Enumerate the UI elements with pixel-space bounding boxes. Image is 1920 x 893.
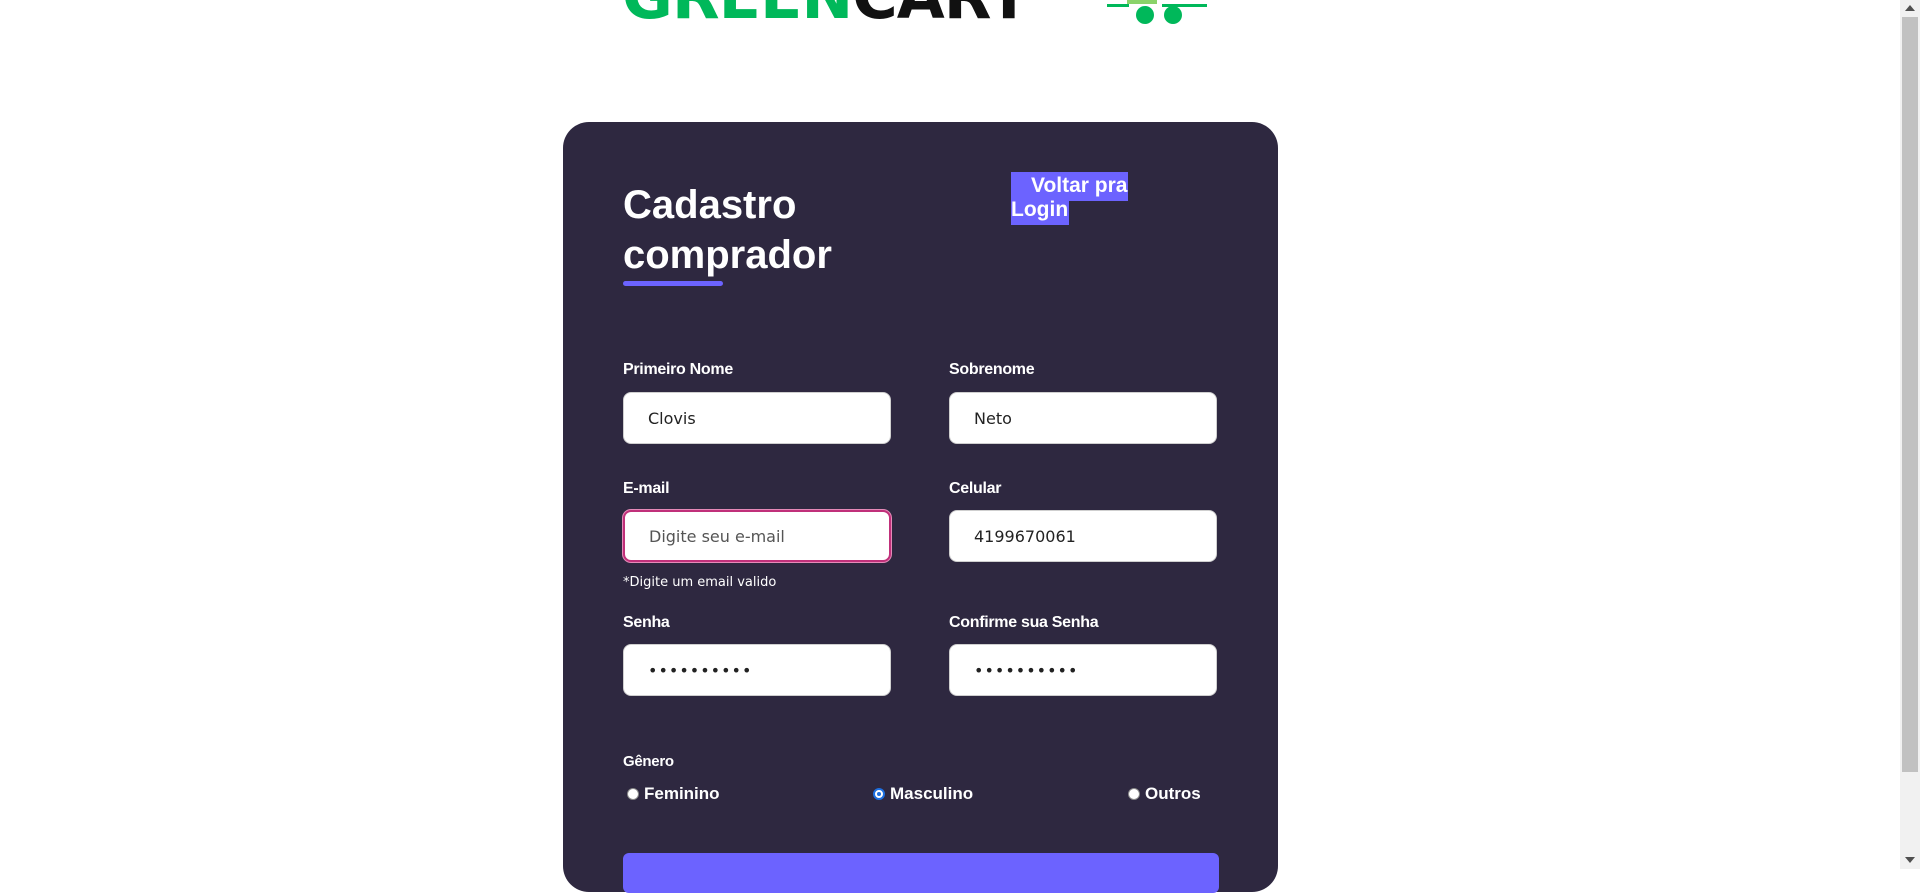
phone-label: Celular bbox=[949, 480, 1002, 497]
confirm-password-field[interactable] bbox=[949, 644, 1217, 696]
password-field[interactable] bbox=[623, 644, 891, 696]
radio-masculino[interactable] bbox=[873, 788, 885, 800]
email-hint: *Digite um email valido bbox=[623, 575, 777, 590]
gender-option-feminino[interactable]: Feminino bbox=[627, 784, 720, 804]
scroll-down-arrow-icon[interactable] bbox=[1905, 857, 1915, 863]
gender-option-label: Masculino bbox=[890, 784, 974, 803]
gender-option-label: Feminino bbox=[644, 784, 720, 803]
last-name-label: Sobrenome bbox=[949, 361, 1035, 378]
page-title: Cadastro comprador bbox=[623, 183, 832, 277]
radio-outros[interactable] bbox=[1128, 788, 1140, 800]
title-underline bbox=[623, 281, 723, 286]
shopping-cart-icon bbox=[1107, 0, 1207, 24]
logo-text-green: GREEN bbox=[622, 0, 853, 30]
last-name-field[interactable] bbox=[949, 392, 1217, 444]
first-name-field[interactable] bbox=[623, 392, 891, 444]
logo-text: GREENCART bbox=[622, 0, 1030, 30]
signup-card: Cadastro comprador Voltar pra Login Prim… bbox=[563, 122, 1278, 893]
gender-option-label: Outros bbox=[1145, 784, 1201, 803]
email-field[interactable] bbox=[623, 510, 891, 562]
scroll-thumb[interactable] bbox=[1902, 17, 1918, 772]
gender-option-outros[interactable]: Outros bbox=[1128, 784, 1201, 804]
submit-button[interactable] bbox=[623, 853, 1219, 893]
radio-feminino[interactable] bbox=[627, 788, 639, 800]
gender-option-masculino[interactable]: Masculino bbox=[873, 784, 973, 804]
password-label: Senha bbox=[623, 614, 670, 631]
confirm-password-label: Confirme sua Senha bbox=[949, 614, 1099, 631]
gender-radio-group: Feminino Masculino Outros bbox=[623, 784, 1223, 808]
phone-field[interactable] bbox=[949, 510, 1217, 562]
vertical-scrollbar[interactable] bbox=[1900, 0, 1920, 869]
scroll-up-arrow-icon[interactable] bbox=[1905, 5, 1915, 11]
gender-label: Gênero bbox=[623, 753, 674, 770]
back-to-login-button[interactable]: Voltar pra Login bbox=[1011, 172, 1141, 225]
back-button-label-line2: Login bbox=[1011, 196, 1070, 225]
email-label: E-mail bbox=[623, 480, 670, 497]
first-name-label: Primeiro Nome bbox=[623, 361, 733, 378]
logo-text-black: CART bbox=[852, 0, 1030, 30]
logo: GREENCART bbox=[622, 0, 1232, 30]
